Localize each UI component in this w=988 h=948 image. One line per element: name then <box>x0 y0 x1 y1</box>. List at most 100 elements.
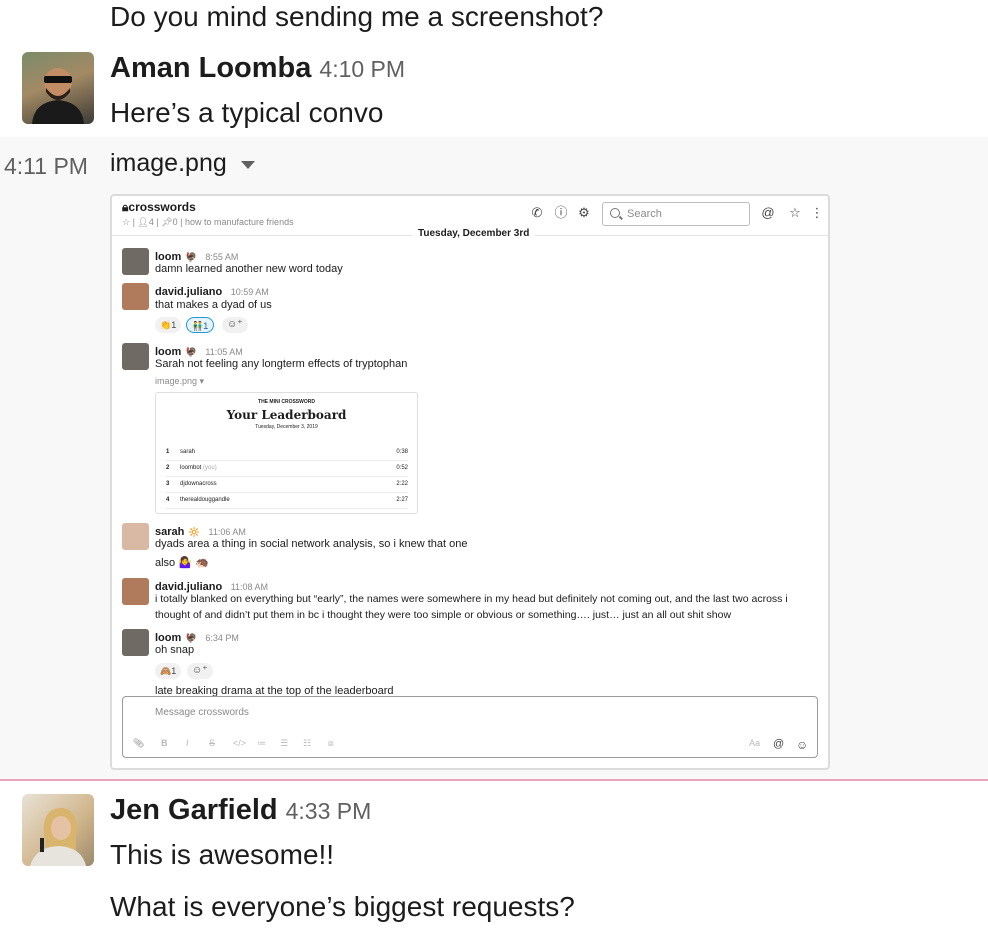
message-text: i totally blanked on everything but “ear… <box>155 593 788 605</box>
solve-time: 0:38 <box>396 449 408 455</box>
player-name: loombot (you) <box>180 465 217 471</box>
rank: 1 <box>166 449 170 455</box>
message-text: This is awesome!! <box>110 839 335 870</box>
new-messages-divider <box>0 779 988 781</box>
message-text: What is everyone’s biggest requests? <box>110 891 575 922</box>
ordered-list-icon: ≔ <box>257 738 266 748</box>
pin-icon: 📌︎ <box>161 217 173 227</box>
player-name: djdownacross <box>180 481 217 487</box>
clap-icon: 👏 <box>160 320 172 330</box>
channel-topic: how to manufacture friends <box>185 217 294 227</box>
message-author[interactable]: Aman Loomba 4:10 PM <box>110 52 405 85</box>
channel-meta: ☆ | 👤︎4 | 📌︎0 | how to manufacture frien… <box>122 217 294 227</box>
people-icon: 👬 <box>192 321 204 331</box>
mention-icon: @ <box>773 738 785 750</box>
author-name[interactable]: Aman Loomba <box>110 52 311 84</box>
message-timestamp: 11:08 AM <box>230 582 269 592</box>
message-timestamp: 8:55 AM <box>205 252 239 262</box>
leaderboard-date: Tuesday, December 3, 2019 <box>255 424 318 430</box>
member-count: 4 <box>148 217 154 227</box>
reaction-count: 1 <box>171 666 177 676</box>
solve-time: 0:52 <box>396 465 408 471</box>
bullet-list-icon: ☰ <box>280 738 289 748</box>
gear-icon: ⚙ <box>578 205 590 220</box>
quote-icon: ☷ <box>303 738 312 748</box>
add-reaction-icon: ☺⁺ <box>187 663 213 679</box>
avatar <box>122 578 149 605</box>
you-tag: (you) <box>203 465 217 471</box>
status-emoji: 🔆 <box>188 527 201 537</box>
status-emoji: 🦃 <box>185 252 197 262</box>
formatting-icon: Aa <box>749 738 761 748</box>
author-name: loom <box>155 632 182 644</box>
message-text: oh snap <box>155 644 195 656</box>
message-text: Here’s a typical convo <box>110 97 384 128</box>
rank: 2 <box>166 465 170 471</box>
message-composer: Message crosswords 📎︎ B I S </> ≔ ☰ ☷ ⧈ … <box>122 696 818 758</box>
composer-placeholder: Message crosswords <box>155 707 249 718</box>
table-row: 3 djdownacross 2:22 <box>166 477 408 493</box>
author-name: david.juliano <box>155 581 223 593</box>
file-attachment-header: image.png ▾ <box>155 376 204 387</box>
mention-icon: @ <box>761 205 775 220</box>
chevron-down-icon[interactable] <box>240 161 255 169</box>
file-name[interactable]: image.png <box>110 149 227 178</box>
player-name: therealdouggandle <box>180 497 230 503</box>
avatar[interactable] <box>22 52 94 124</box>
message-text: dyads area a thing in social network ana… <box>155 538 468 550</box>
rank: 4 <box>166 497 170 503</box>
message-author[interactable]: Jen Garfield 4:33 PM <box>110 794 371 827</box>
message-timestamp: 11:05 AM <box>205 347 243 357</box>
author-name: sarah <box>155 526 185 538</box>
author-name[interactable]: Jen Garfield <box>110 794 278 826</box>
author-name: loom <box>155 346 182 358</box>
leaderboard-image: THE MINI CROSSWORD Your Leaderboard Tues… <box>155 392 418 514</box>
reaction-count: 1 <box>203 321 209 331</box>
pin-count: 0 <box>172 217 178 227</box>
avatar <box>122 248 149 275</box>
player-name: sarah <box>180 449 196 455</box>
reaction-count: 1 <box>171 320 177 330</box>
emoji-icon: ☺ <box>796 738 809 752</box>
message-text: Do you mind sending me a screenshot? <box>110 1 604 32</box>
message-header: david.juliano 10:59 AM <box>155 282 269 300</box>
more-icon: ⋮ <box>810 205 824 220</box>
phone-icon: ✆ <box>531 205 543 220</box>
avatar <box>122 629 149 656</box>
avatar <box>122 523 149 550</box>
player-name-text: loombot <box>180 465 202 471</box>
message-timestamp: 6:34 PM <box>205 633 239 643</box>
message-timestamp[interactable]: 4:33 PM <box>286 798 372 824</box>
table-row: 1 sarah 0:38 <box>166 445 408 461</box>
reaction: 👏1 <box>155 317 182 333</box>
avatar[interactable] <box>22 794 94 866</box>
code-block-icon: ⧈ <box>328 738 334 748</box>
rank: 3 <box>166 481 170 487</box>
leaderboard-title: Your Leaderboard <box>226 408 347 422</box>
channel-name-text: crosswords <box>128 200 196 214</box>
add-reaction-icon: ☺⁺ <box>222 317 248 333</box>
message-text: damn learned another new word today <box>155 263 343 275</box>
message-timestamp: 11:06 AM <box>208 527 246 537</box>
file-name: image.png <box>155 376 198 386</box>
member-icon: 👤︎ <box>137 217 149 227</box>
message-timestamp[interactable]: 4:10 PM <box>319 56 405 82</box>
avatar <box>122 343 149 370</box>
search-input: Search <box>602 202 750 226</box>
file-attachment-header[interactable]: image.png <box>110 149 255 178</box>
chevron-down-icon: ▾ <box>199 376 205 386</box>
solve-time: 2:27 <box>396 497 408 503</box>
message-text: also 🤷‍♀️ 🦔 <box>155 557 209 569</box>
image-attachment[interactable]: 🔒︎crosswords ☆ | 👤︎4 | 📌︎0 | how to manu… <box>110 194 830 770</box>
status-emoji: 🦃 <box>185 633 197 643</box>
status-emoji: 🦃 <box>185 347 197 357</box>
monkey-icon: 🙈 <box>160 666 172 676</box>
solve-time: 2:22 <box>396 481 408 487</box>
star-icon: ☆ <box>122 217 131 227</box>
author-name: loom <box>155 251 182 263</box>
table-row: 4 therealdouggandle 2:27 <box>166 493 408 509</box>
search-placeholder: Search <box>627 208 662 220</box>
bold-icon: B <box>161 738 168 748</box>
hover-timestamp[interactable]: 4:11 PM <box>4 153 88 180</box>
strike-icon: S <box>209 738 216 748</box>
